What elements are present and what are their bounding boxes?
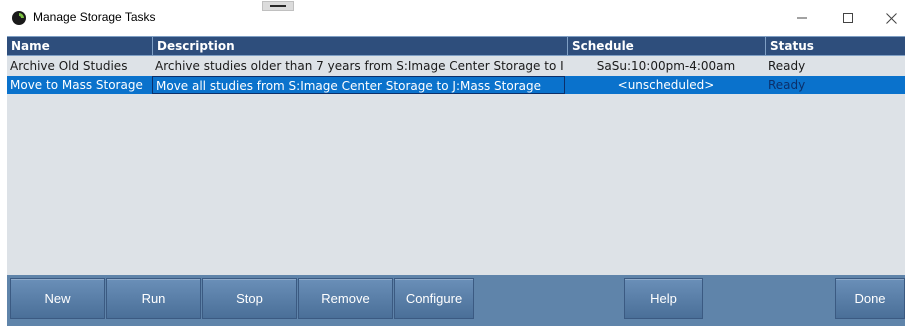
title-bar[interactable]: Manage Storage Tasks xyxy=(0,0,906,36)
task-name-cell: Archive Old Studies xyxy=(10,59,128,73)
help-button[interactable]: Help xyxy=(624,278,703,319)
button-bar: New Run Stop Remove Configure Help Done xyxy=(7,275,905,326)
app-logo-icon xyxy=(12,10,26,25)
task-name-cell: Move to Mass Storage xyxy=(10,78,143,92)
task-schedule-cell: <unscheduled> xyxy=(617,78,715,92)
window-title: Manage Storage Tasks xyxy=(33,10,156,24)
manage-storage-tasks-window: Manage Storage Tasks Name Description Sc… xyxy=(0,0,906,328)
maximize-icon xyxy=(843,13,853,23)
table-row[interactable]: Archive Old Studies Archive studies olde… xyxy=(7,57,905,75)
new-button[interactable]: New xyxy=(10,278,105,319)
done-button[interactable]: Done xyxy=(835,278,905,319)
stop-button[interactable]: Stop xyxy=(202,278,297,319)
task-status-cell: Ready xyxy=(768,59,806,73)
remove-button[interactable]: Remove xyxy=(298,278,393,319)
column-header-status[interactable]: Status xyxy=(765,37,905,55)
task-list[interactable]: Archive Old Studies Archive studies olde… xyxy=(7,56,905,275)
tasks-panel: Name Description Schedule Status Archive… xyxy=(7,36,905,326)
task-description-cell: Move all studies from S:Image Center Sto… xyxy=(152,76,565,94)
minimize-icon xyxy=(797,17,807,19)
column-header-schedule[interactable]: Schedule xyxy=(567,37,765,55)
configure-button[interactable]: Configure xyxy=(394,278,474,319)
drag-grip-icon[interactable] xyxy=(262,1,294,11)
task-status-cell: Ready xyxy=(768,78,806,92)
table-row-selected[interactable]: Move to Mass Storage Move all studies fr… xyxy=(7,76,905,94)
run-button[interactable]: Run xyxy=(106,278,201,319)
task-description-cell: Archive studies older than 7 years from … xyxy=(155,59,564,73)
column-header-description[interactable]: Description xyxy=(152,37,567,55)
minimize-button[interactable] xyxy=(779,0,825,36)
task-schedule-cell: SaSu:10:00pm-4:00am xyxy=(596,59,736,73)
close-button[interactable] xyxy=(868,0,906,36)
close-icon xyxy=(885,12,897,24)
column-header-name[interactable]: Name xyxy=(7,37,152,55)
maximize-button[interactable] xyxy=(825,0,871,36)
table-header: Name Description Schedule Status xyxy=(7,36,905,56)
